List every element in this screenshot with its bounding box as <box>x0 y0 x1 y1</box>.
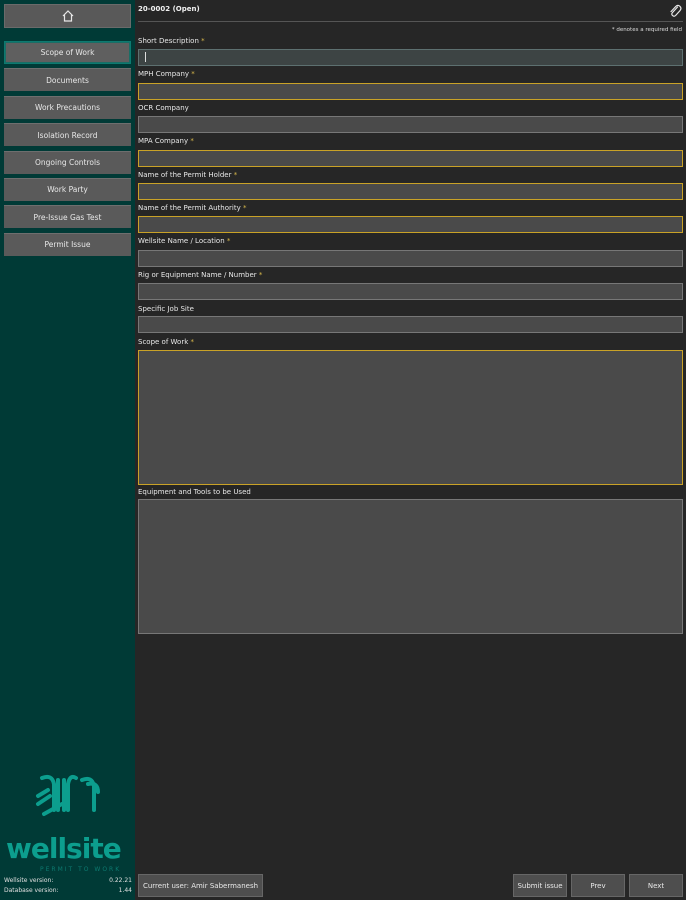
database-version-label: Database version: <box>4 887 59 894</box>
rig-equipment-label: Rig or Equipment Name / Number * <box>138 271 263 279</box>
permit-authority-input[interactable] <box>138 216 683 233</box>
nav-item-label: Isolation Record <box>37 130 98 140</box>
nav-item-label: Scope of Work <box>40 48 95 57</box>
prev-button[interactable]: Prev <box>571 874 625 897</box>
prev-label: Prev <box>590 881 606 890</box>
nav-item-work-party[interactable]: Work Party <box>4 177 131 201</box>
nav-item-work-precautions[interactable]: Work Precautions <box>4 95 131 119</box>
nav-item-permit-issue[interactable]: Permit Issue <box>4 232 131 256</box>
mpa-company-label: MPA Company * <box>138 137 194 145</box>
nav-item-label: Work Precautions <box>34 103 101 113</box>
next-button[interactable]: Next <box>629 874 683 897</box>
text-cursor <box>145 52 146 62</box>
nav-item-documents[interactable]: Documents <box>4 68 131 92</box>
short-description-label: Short Description * <box>138 37 205 45</box>
required-field-note: * denotes a required field <box>611 27 682 33</box>
logo-mark-icon <box>36 774 100 816</box>
version-info: Wellsite version: 0.22.21 Database versi… <box>4 877 132 897</box>
app-window: Scope of Work Documents Work Precautions… <box>0 0 686 900</box>
current-user-button[interactable]: Current user: Amir Sabermanesh <box>138 874 263 897</box>
nav-item-label: Work Party <box>47 185 88 195</box>
wellsite-name-label: Wellsite Name / Location * <box>138 237 231 245</box>
current-user-label: Current user: Amir Sabermanesh <box>142 881 259 890</box>
wellsite-version-label: Wellsite version: <box>4 877 54 884</box>
logo-wordmark: wellsite <box>6 832 122 865</box>
short-description-input[interactable] <box>138 49 683 66</box>
main-content: 20-0002 (Open) * denotes a required fiel… <box>135 0 686 900</box>
specific-job-site-label: Specific Job Site <box>138 305 194 313</box>
mph-company-label: MPH Company * <box>138 70 195 78</box>
header-divider <box>138 21 683 22</box>
permit-holder-label: Name of the Permit Holder * <box>138 171 238 179</box>
nav-item-pre-issue-gas-test[interactable]: Pre-Issue Gas Test <box>4 205 131 229</box>
submit-issue-label: Submit issue <box>517 881 563 890</box>
section-nav: Scope of Work Documents Work Precautions… <box>4 41 131 260</box>
home-button[interactable] <box>4 4 131 28</box>
logo-tagline: PERMIT TO WORK <box>40 866 122 873</box>
ocr-company-label: OCR Company <box>138 104 189 112</box>
ocr-company-input[interactable] <box>138 116 683 133</box>
permit-holder-input[interactable] <box>138 183 683 200</box>
nav-item-scope-of-work[interactable]: Scope of Work <box>4 41 131 64</box>
nav-item-label: Documents <box>46 75 89 85</box>
mph-company-input[interactable] <box>138 83 683 100</box>
wellsite-name-input[interactable] <box>138 250 683 267</box>
rig-equipment-input[interactable] <box>138 283 683 300</box>
scope-of-work-textarea[interactable] <box>138 350 683 485</box>
database-version-value: 1.44 <box>118 887 132 894</box>
mpa-company-input[interactable] <box>138 150 683 167</box>
sidebar: Scope of Work Documents Work Precautions… <box>0 0 135 900</box>
nav-item-isolation-record[interactable]: Isolation Record <box>4 123 131 147</box>
permit-title: 20-0002 (Open) <box>138 5 200 13</box>
home-icon <box>62 10 73 22</box>
permit-authority-label: Name of the Permit Authority * <box>138 204 247 212</box>
next-label: Next <box>647 881 665 890</box>
wellsite-version-value: 0.22.21 <box>109 877 132 884</box>
specific-job-site-input[interactable] <box>138 316 683 333</box>
equipment-tools-textarea[interactable] <box>138 499 683 634</box>
nav-item-label: Pre-Issue Gas Test <box>33 212 102 222</box>
nav-item-label: Permit Issue <box>44 240 91 250</box>
nav-item-label: Ongoing Controls <box>34 158 100 168</box>
paperclip-icon[interactable] <box>668 3 682 19</box>
equipment-tools-label: Equipment and Tools to be Used <box>138 488 251 496</box>
submit-issue-button[interactable]: Submit issue <box>513 874 567 897</box>
nav-item-ongoing-controls[interactable]: Ongoing Controls <box>4 150 131 174</box>
wellsite-logo: wellsite PERMIT TO WORK <box>4 770 132 873</box>
scope-of-work-label: Scope of Work * <box>138 338 194 346</box>
